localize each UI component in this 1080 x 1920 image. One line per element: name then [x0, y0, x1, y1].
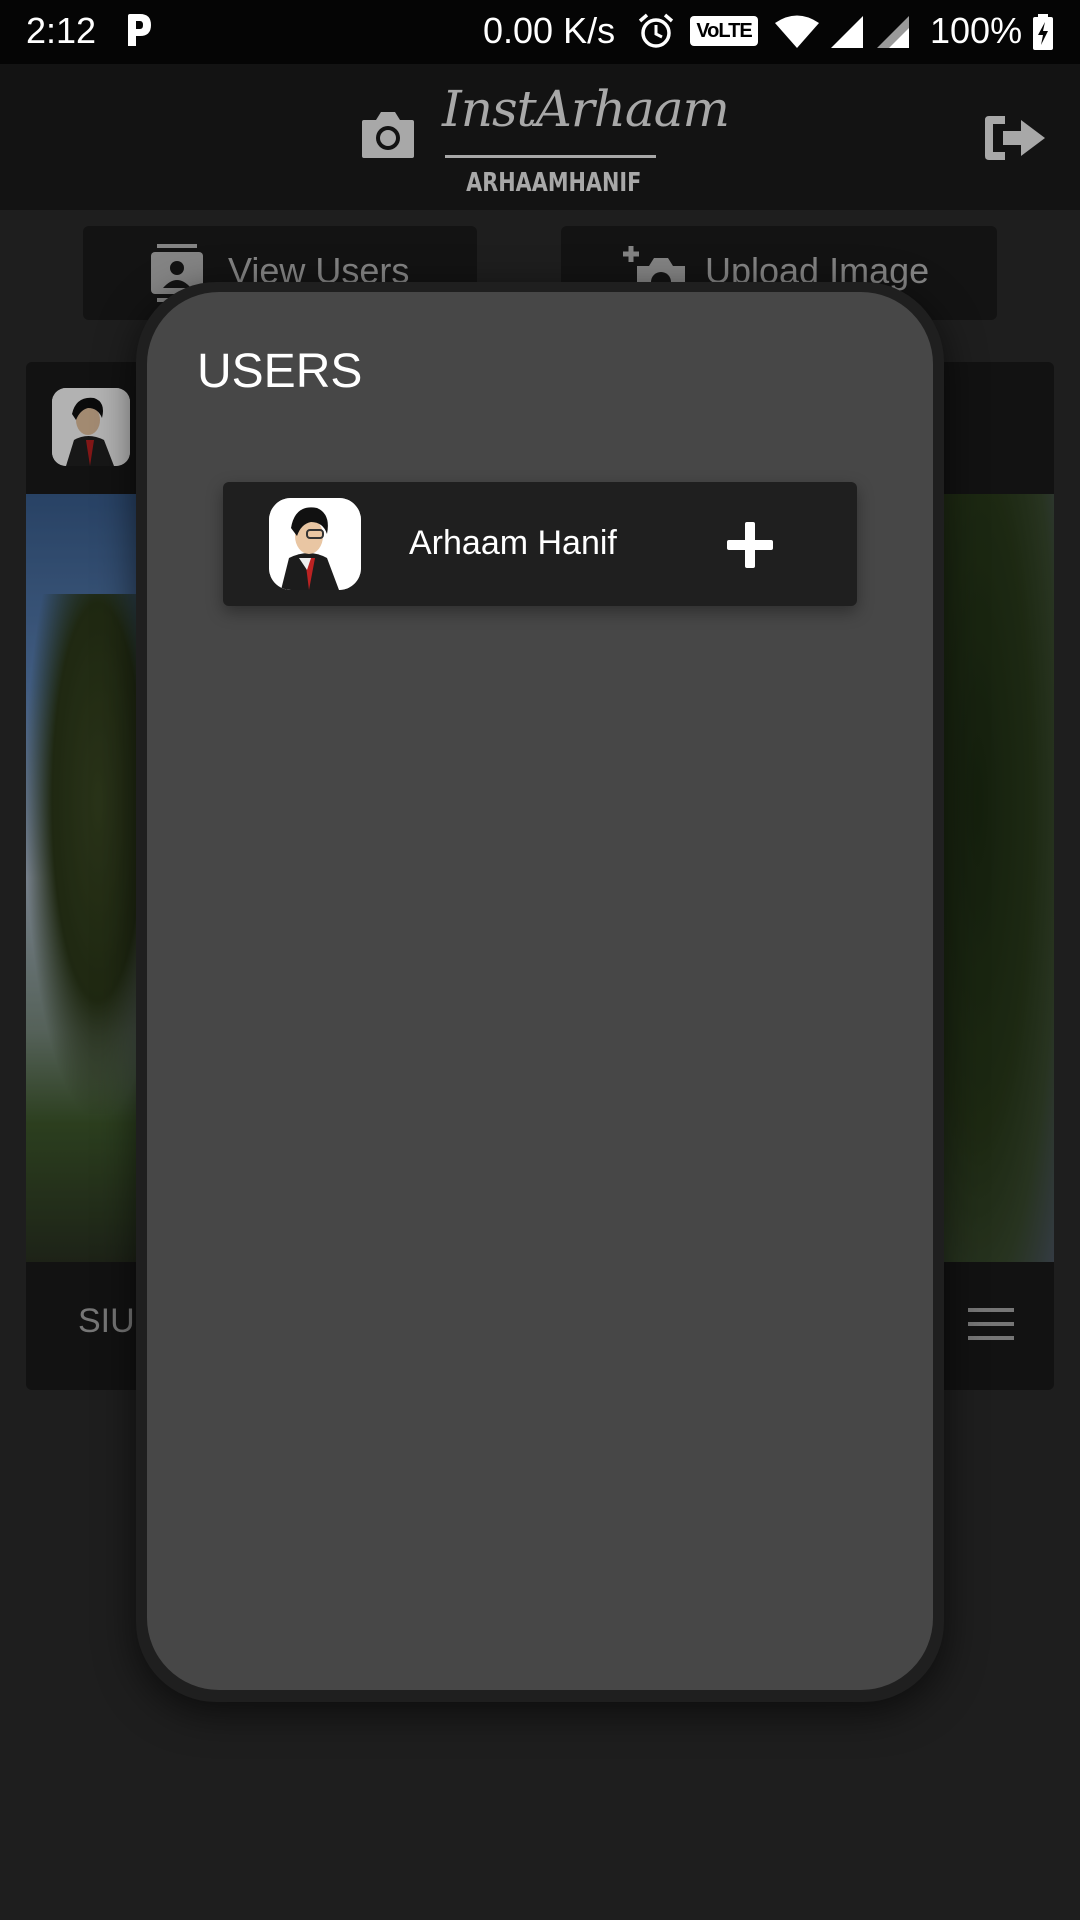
- battery-percent: 100%: [930, 10, 1023, 51]
- dialog-title: USERS: [197, 345, 363, 398]
- user-avatar[interactable]: [269, 498, 361, 590]
- parking-app-icon: [128, 14, 151, 46]
- plus-icon[interactable]: [723, 518, 777, 572]
- app-title: InstArhaam: [442, 80, 730, 138]
- alarm-icon: [638, 13, 674, 48]
- status-bar: 2:12 0.00 K/s VoLTE 100%: [0, 0, 1080, 64]
- user-list-item[interactable]: Arhaam Hanif: [223, 482, 857, 606]
- wifi-icon: [775, 15, 819, 48]
- header-username: ARHAAMHANIF: [466, 168, 642, 198]
- title-divider: [445, 155, 656, 158]
- signal-icon-secondary: [877, 16, 909, 48]
- battery-charging-icon: [1033, 14, 1053, 50]
- users-dialog: USERS Arhaam Hanif: [147, 292, 933, 1690]
- user-name: Arhaam Hanif: [409, 524, 617, 562]
- app-header: InstArhaam ARHAAMHANIF: [0, 64, 1080, 210]
- logout-icon[interactable]: [983, 112, 1047, 164]
- volte-badge: VoLTE: [690, 16, 758, 46]
- avatar-illustration: [269, 498, 361, 590]
- network-speed: 0.00 K/s: [483, 10, 616, 51]
- camera-icon[interactable]: [360, 108, 416, 160]
- status-time: 2:12: [26, 10, 97, 51]
- signal-icon: [831, 16, 863, 48]
